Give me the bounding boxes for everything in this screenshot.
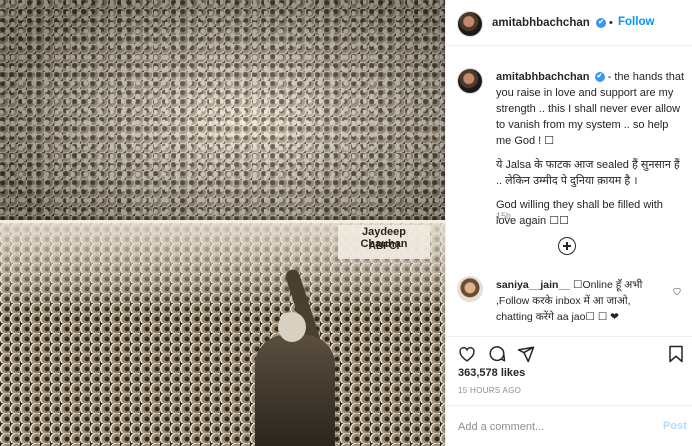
follow-button[interactable]: Follow [618, 16, 654, 28]
post-header: amitabhbachchan ✔ • Follow [446, 0, 692, 46]
comment-like-heart-icon[interactable] [672, 286, 682, 296]
action-bar [446, 336, 692, 368]
post-side-panel: amitabhbachchan ✔ • Follow amitabhbachch… [445, 0, 692, 446]
author-avatar[interactable] [458, 12, 482, 36]
post-photo[interactable]: Jaydeep Chauhan ABFCI [0, 0, 445, 446]
comments-area[interactable]: amitabhbachchan ✔ - the hands that you r… [446, 47, 692, 335]
caption-text: amitabhbachchan ✔ - the hands that you r… [496, 69, 686, 237]
caption-author-avatar[interactable] [458, 69, 482, 93]
heart-icon[interactable] [458, 346, 476, 362]
photo-sign-subtext: ABFCI [368, 241, 400, 252]
share-icon[interactable] [517, 345, 535, 363]
comment-input[interactable] [458, 418, 648, 436]
plus-circle-icon[interactable] [558, 237, 576, 255]
save-icon[interactable] [668, 345, 684, 363]
post-timestamp[interactable]: 15 HOURS AGO [458, 386, 521, 395]
verified-badge-icon: ✔ [594, 72, 605, 83]
verified-badge-icon: ✔ [596, 18, 606, 28]
comment-icon[interactable] [488, 345, 506, 363]
likes-count[interactable]: 363,578 likes [458, 367, 525, 379]
commenter-avatar[interactable] [458, 277, 482, 301]
post-comment-button[interactable]: Post [663, 420, 687, 432]
caption-timestamp: 15h [496, 211, 512, 221]
comment-text: saniya__jain__ ☐Online हूँ अभी ,Follow क… [496, 277, 666, 325]
waving-person-head [278, 312, 306, 342]
caption-line-2: ये Jalsa के फाटक आज sealed हैं सुनसान है… [496, 159, 680, 187]
separator-dot: • [609, 17, 613, 29]
waving-person [255, 335, 335, 446]
add-comment-bar: Post [446, 405, 692, 446]
caption-author-username[interactable]: amitabhbachchan [496, 71, 590, 83]
commenter-username[interactable]: saniya__jain__ [496, 279, 570, 291]
crowd-photo-top [0, 0, 445, 220]
author-username[interactable]: amitabhbachchan [492, 17, 590, 29]
caption-line-3: God willing they shall be filled with lo… [496, 199, 663, 227]
